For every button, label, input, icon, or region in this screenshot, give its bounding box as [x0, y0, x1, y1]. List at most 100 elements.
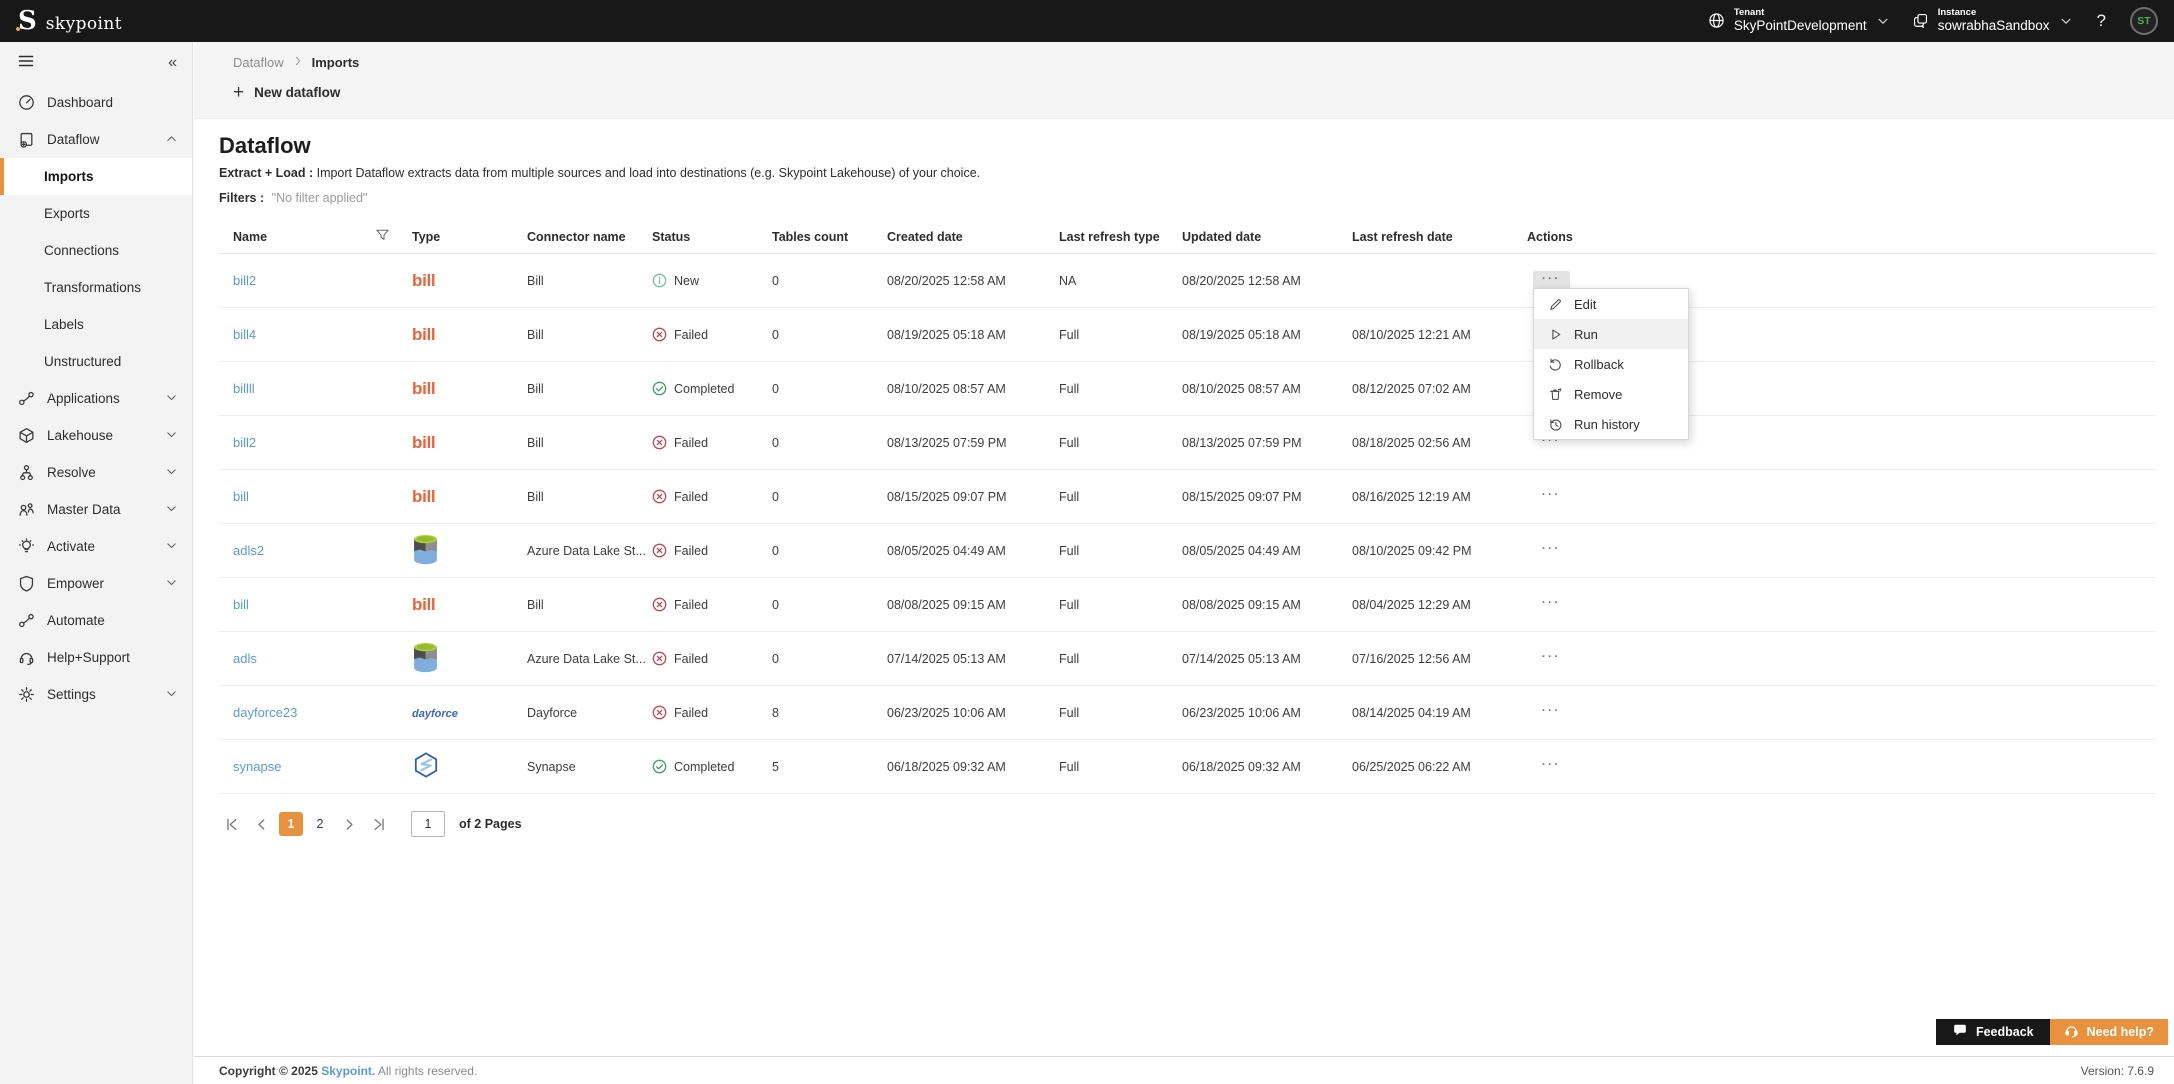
row-actions-button[interactable]: ···	[1533, 595, 1570, 614]
copyright-text: Copyright © 2025 Skypoint. All rights re…	[219, 1064, 477, 1078]
dataflow-name-link[interactable]: dayforce23	[233, 705, 297, 720]
sidebar-item-label: Applications	[47, 391, 120, 406]
failed-status-icon	[652, 489, 667, 504]
page-button-1[interactable]: 1	[279, 812, 303, 836]
dataflow-name-link[interactable]: bill	[233, 489, 249, 504]
last-refresh-type: Full	[1059, 328, 1182, 342]
menu-item-rollback[interactable]: Rollback	[1534, 349, 1688, 379]
menu-item-run-history[interactable]: Run history	[1534, 409, 1688, 439]
bill-logo: bill	[412, 595, 435, 614]
sidebar-item-connections[interactable]: Connections	[0, 232, 192, 269]
last-refresh-date: 06/25/2025 06:22 AM	[1352, 760, 1527, 774]
row-actions-button[interactable]: ···	[1533, 487, 1570, 506]
dataflow-name-link[interactable]: bill4	[233, 327, 256, 342]
tables-count: 0	[772, 544, 887, 558]
last-refresh-type: NA	[1059, 274, 1182, 288]
prev-page-button[interactable]	[249, 812, 274, 836]
next-page-button[interactable]	[337, 812, 362, 836]
sidebar-item-label: Settings	[47, 687, 96, 702]
failed-status-icon	[652, 435, 667, 450]
page-title: Dataflow	[219, 133, 2174, 159]
menu-item-run[interactable]: Run	[1534, 319, 1688, 349]
skypoint-footer-link[interactable]: Skypoint.	[321, 1064, 375, 1078]
chevron-down-icon	[165, 502, 178, 518]
row-actions-button[interactable]: ···	[1533, 649, 1570, 668]
last-refresh-type: Full	[1059, 382, 1182, 396]
row-actions-button[interactable]: ···	[1533, 703, 1570, 722]
hamburger-menu-icon[interactable]	[17, 53, 35, 74]
subtitle-text: Import Dataflow extracts data from multi…	[313, 166, 980, 180]
failed-status-icon	[652, 597, 667, 612]
activate-icon	[17, 538, 35, 555]
rollback-icon	[1547, 357, 1563, 372]
dataflow-name-link[interactable]: synapse	[233, 759, 281, 774]
page-button-2[interactable]: 2	[308, 812, 332, 836]
sidebar-item-imports[interactable]: Imports	[0, 158, 192, 195]
feedback-button[interactable]: Feedback	[1936, 1019, 2050, 1045]
dataflow-name-link[interactable]: bill2	[233, 273, 256, 288]
row-actions-button[interactable]: ···	[1533, 757, 1570, 776]
tables-count: 0	[772, 598, 887, 612]
need-help-button[interactable]: Need help?	[2050, 1019, 2168, 1045]
sidebar-item-resolve[interactable]: Resolve	[0, 454, 192, 491]
breadcrumb-dataflow[interactable]: Dataflow	[233, 55, 284, 70]
dataflow-name-link[interactable]: billll	[233, 381, 255, 396]
skypoint-logo[interactable]: S skypoint	[18, 8, 122, 34]
table-body: bill2billBillNew008/20/2025 12:58 AMNA08…	[219, 254, 2156, 794]
instance-label: Instance	[1938, 7, 2050, 18]
last-refresh-type: Full	[1059, 652, 1182, 666]
column-header-created: Created date	[887, 230, 1059, 244]
instance-selector[interactable]: Instance sowrabhaSandbox	[1912, 7, 2073, 35]
sidebar-item-unstructured[interactable]: Unstructured	[0, 343, 192, 380]
sidebar-item-lakehouse[interactable]: Lakehouse	[0, 417, 192, 454]
last-refresh-date: 08/10/2025 12:21 AM	[1352, 328, 1527, 342]
dataflow-name-link[interactable]: adls	[233, 651, 257, 666]
dataflow-name-link[interactable]: bill2	[233, 435, 256, 450]
sidebar-item-activate[interactable]: Activate	[0, 528, 192, 565]
sidebar-item-applications[interactable]: Applications	[0, 380, 192, 417]
edit-icon	[1547, 297, 1563, 312]
updated-date: 08/19/2025 05:18 AM	[1182, 328, 1352, 342]
sidebar-item-master-data[interactable]: Master Data	[0, 491, 192, 528]
avatar[interactable]: ST	[2130, 7, 2158, 35]
tenant-selector[interactable]: Tenant SkyPointDevelopment	[1708, 7, 1890, 35]
sidebar-item-dataflow[interactable]: Dataflow	[0, 121, 192, 158]
collapse-sidebar-icon[interactable]: «	[168, 54, 177, 72]
last-page-button[interactable]	[367, 812, 392, 836]
menu-item-edit[interactable]: Edit	[1534, 289, 1688, 319]
row-actions-button[interactable]: ···	[1533, 541, 1570, 560]
sidebar-item-settings[interactable]: Settings	[0, 676, 192, 713]
sidebar-item-empower[interactable]: Empower	[0, 565, 192, 602]
dataflow-name-link[interactable]: bill	[233, 597, 249, 612]
connector-name: Azure Data Lake St...	[527, 652, 652, 666]
updated-date: 08/05/2025 04:49 AM	[1182, 544, 1352, 558]
sidebar-item-label: Resolve	[47, 465, 96, 480]
breadcrumb: Dataflow Imports	[194, 55, 2174, 70]
sidebar-item-help-support[interactable]: Help+Support	[0, 639, 192, 676]
column-header-type: Type	[412, 230, 527, 244]
filters-row: Filters : "No filter applied"	[219, 191, 2174, 205]
sidebar-item-automate[interactable]: Automate	[0, 602, 192, 639]
sidebar-item-transformations[interactable]: Transformations	[0, 269, 192, 306]
table-header: Name Type Connector name Status Tables c…	[219, 220, 2156, 254]
topbar: S skypoint Tenant SkyPointDevelopment In…	[0, 0, 2174, 42]
first-page-button[interactable]	[219, 812, 244, 836]
sidebar-item-label: Automate	[47, 613, 105, 628]
help-icon[interactable]: ?	[2095, 11, 2108, 31]
chevron-down-icon	[2059, 14, 2073, 28]
dataflow-name-link[interactable]: adls2	[233, 543, 264, 558]
copyright-rest: All rights reserved.	[375, 1064, 477, 1078]
filter-icon[interactable]	[375, 228, 390, 246]
new-dataflow-button[interactable]: + New dataflow	[233, 83, 340, 102]
sidebar-item-exports[interactable]: Exports	[0, 195, 192, 232]
feedback-label: Feedback	[1976, 1025, 2034, 1039]
column-header-refresh-type: Last refresh type	[1059, 230, 1182, 244]
page-header-band: Dataflow Imports + New dataflow	[194, 42, 2174, 119]
sidebar-item-dashboard[interactable]: Dashboard	[0, 84, 192, 121]
headset-icon	[2064, 1023, 2079, 1041]
bill-logo: bill	[412, 487, 435, 506]
menu-item-remove[interactable]: Remove	[1534, 379, 1688, 409]
chevron-down-icon	[1876, 14, 1890, 28]
sidebar-item-labels[interactable]: Labels	[0, 306, 192, 343]
page-number-input[interactable]	[411, 811, 445, 837]
